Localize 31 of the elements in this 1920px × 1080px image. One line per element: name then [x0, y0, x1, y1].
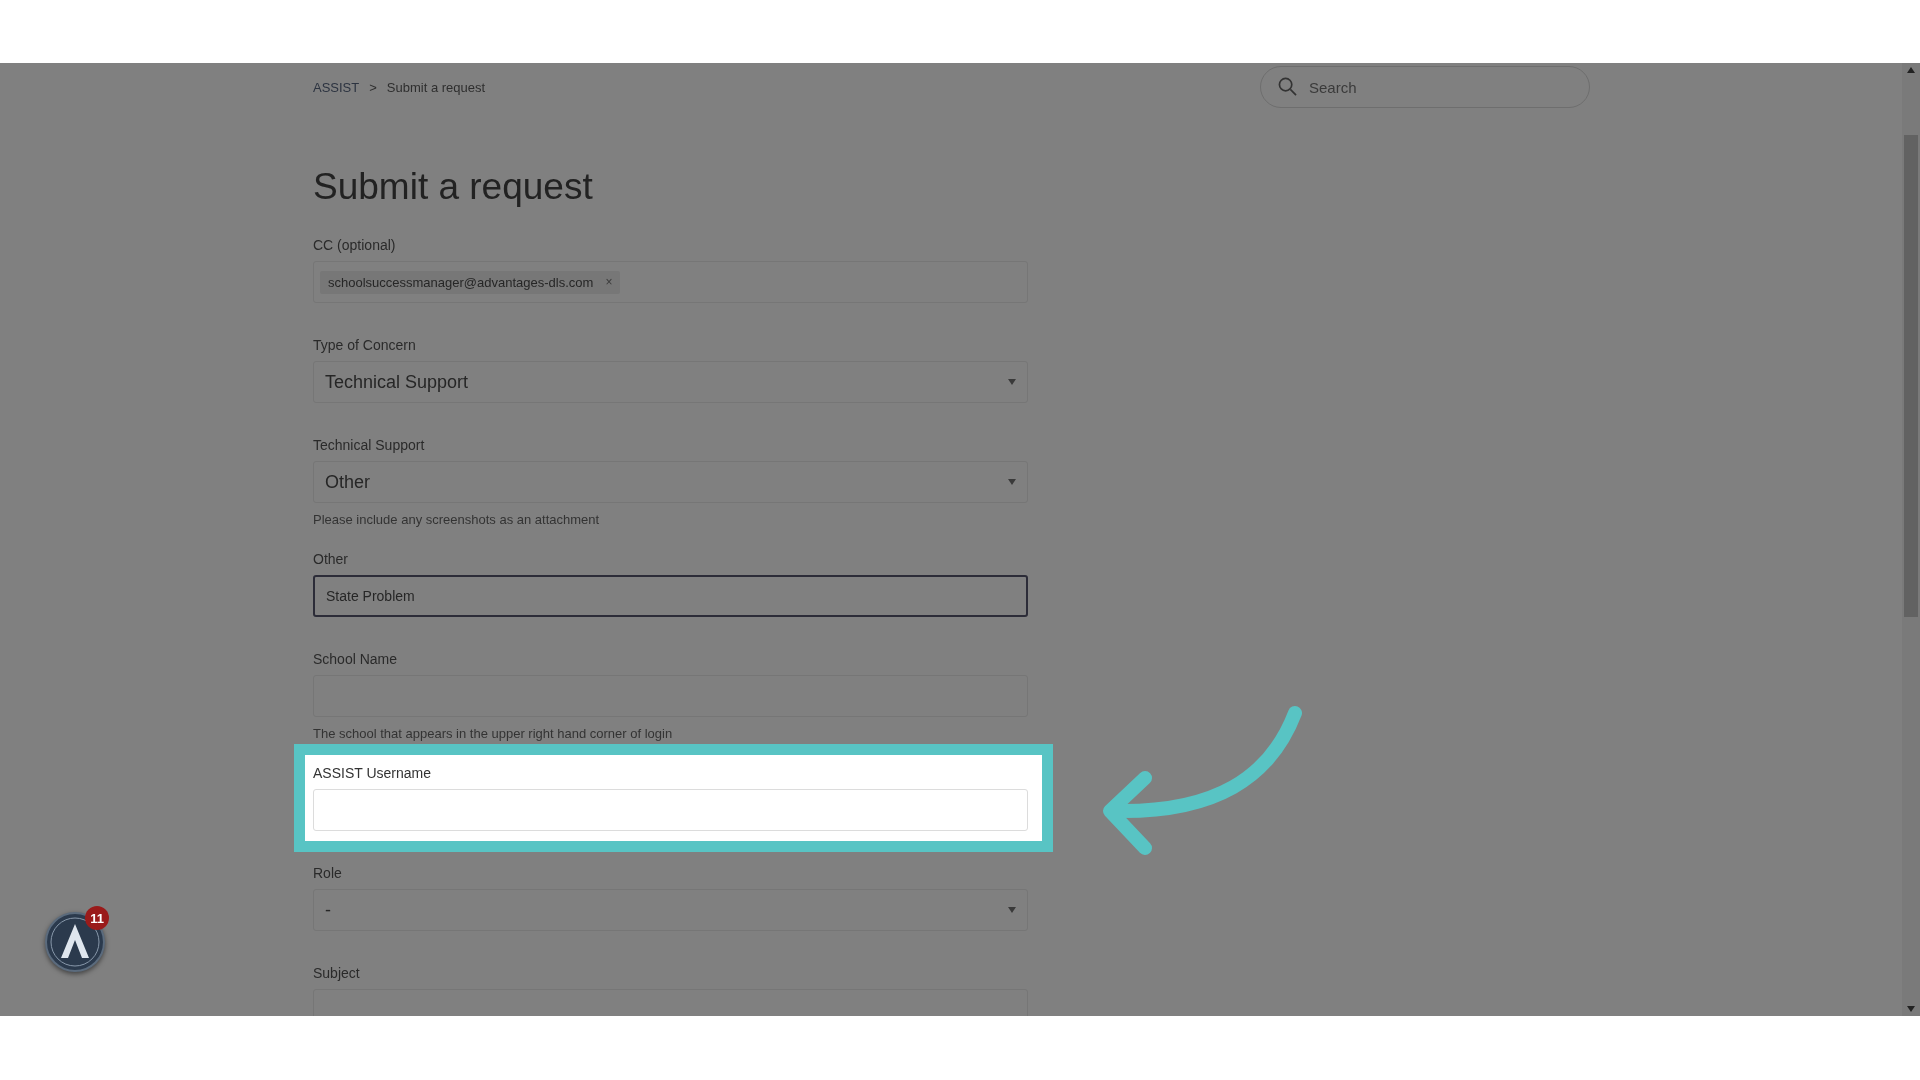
logo-icon[interactable] — [45, 912, 105, 972]
caret-icon — [1008, 379, 1016, 385]
caret-icon — [1008, 479, 1016, 485]
breadcrumb-separator: > — [369, 79, 377, 95]
remove-tag-button[interactable]: × — [605, 275, 613, 289]
select-field[interactable]: - — [313, 889, 1028, 931]
search-field[interactable]: Search — [1260, 66, 1590, 108]
field-label: Type of Concern — [313, 337, 417, 353]
scroll-up-icon[interactable] — [1907, 67, 1915, 73]
field-hint: The school that appears in the upper right hand corner of login — [313, 726, 674, 741]
field-label: Subject — [313, 965, 361, 981]
field-label: ASSIST Username — [313, 765, 432, 781]
field-label: Technical Support — [313, 437, 426, 453]
scroll-down-icon[interactable] — [1907, 1006, 1915, 1012]
search-icon — [1278, 77, 1297, 96]
field-label: CC (optional) — [313, 237, 397, 253]
scrollbar[interactable] — [1902, 63, 1920, 1016]
email-tag: schoolsuccessmanager@advantages-dls.com × — [320, 270, 621, 294]
cc-field[interactable]: schoolsuccessmanager@advantages-dls.com × — [313, 261, 1028, 303]
select-field[interactable]: Technical Support — [313, 361, 1028, 403]
field-hint: Please include any screenshots as an attachment — [313, 512, 601, 527]
field-label: School Name — [313, 651, 399, 667]
field-label: Role — [313, 865, 343, 881]
select-field[interactable]: Other — [313, 461, 1028, 503]
page-title: Submit a request — [313, 166, 594, 208]
notification-badge: 11 — [85, 906, 109, 930]
text-field[interactable]: State Problem — [313, 575, 1028, 617]
breadcrumb-current: Submit a request — [386, 79, 486, 95]
caret-icon — [1008, 907, 1016, 913]
breadcrumb-link[interactable]: ASSIST — [313, 79, 360, 95]
field-label: Other — [313, 551, 349, 567]
